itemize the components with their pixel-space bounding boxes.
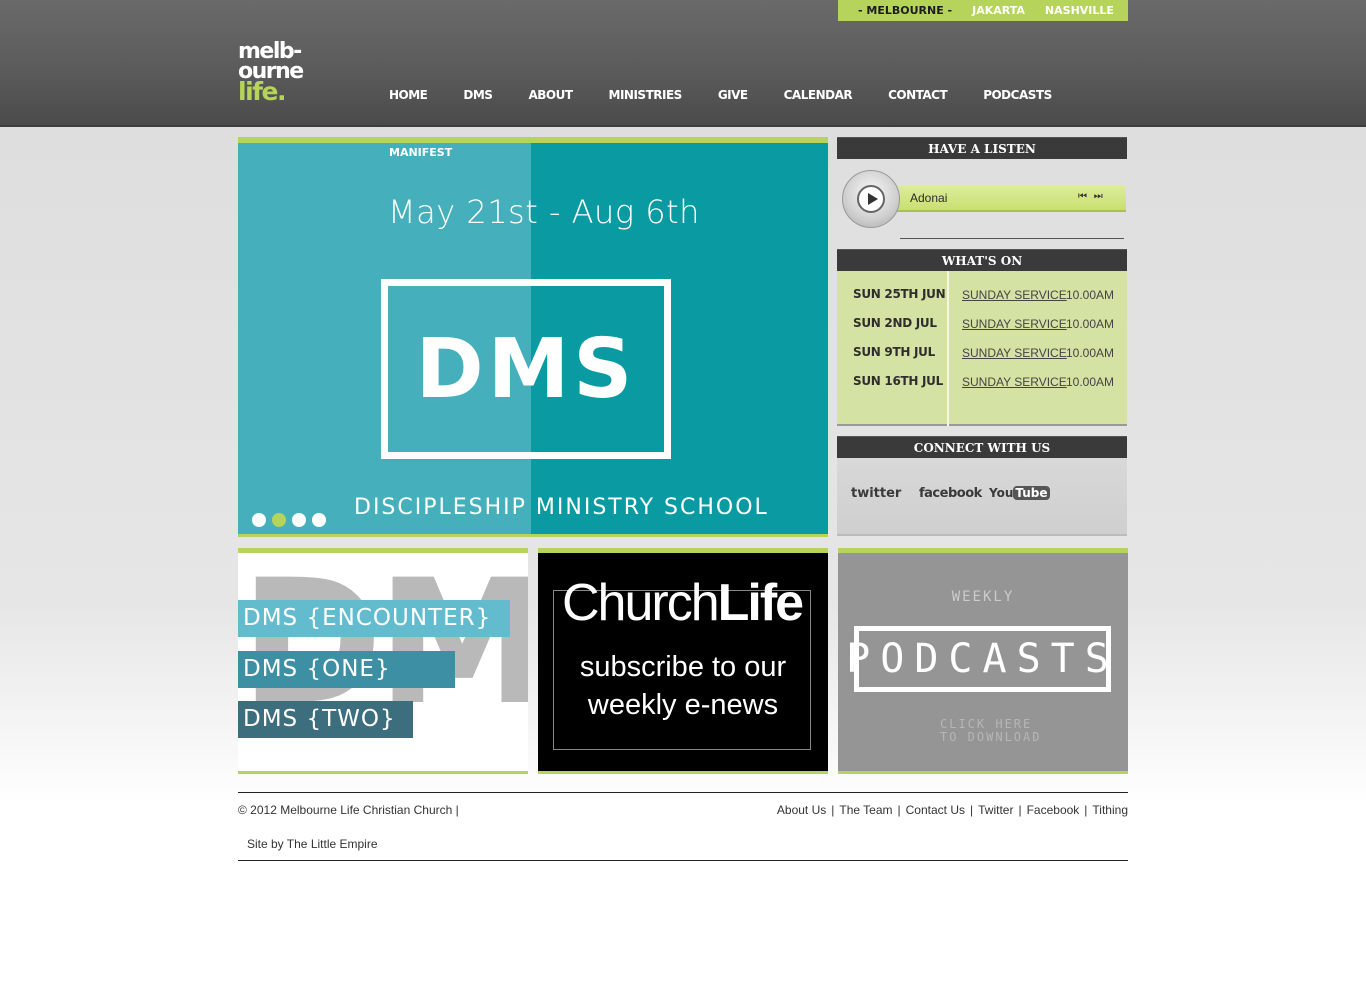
- footer-rule-top: [238, 792, 1128, 793]
- copyright: © 2012 Melbourne Life Christian Church |: [238, 803, 459, 817]
- nav-about[interactable]: ABOUT: [528, 88, 573, 102]
- city-melbourne[interactable]: - MELBOURNE -: [858, 4, 952, 17]
- footer-link-facebook[interactable]: Facebook: [1027, 803, 1080, 817]
- whats-on-panel: SUN 25TH JUN SUNDAY SERVICE 10.00AM SUN …: [837, 271, 1127, 426]
- footer-link-twitter[interactable]: Twitter: [978, 803, 1013, 817]
- site-credit[interactable]: Site by The Little Empire: [247, 837, 378, 851]
- title-life: Life: [717, 574, 804, 632]
- hero-dates: May 21st - Aug 6th: [388, 193, 700, 231]
- connect-heading: CONNECT WITH US: [837, 436, 1127, 458]
- youtube-you: You: [989, 486, 1014, 500]
- podcasts-weekly: WEEKLY: [951, 589, 1015, 605]
- slider-dot-2[interactable]: [272, 513, 286, 527]
- footer-rule-bottom: [238, 860, 1128, 861]
- podcasts-title-box: PODCASTS: [846, 626, 1111, 692]
- youtube-icon[interactable]: You Tube: [989, 486, 1050, 500]
- footer-link-contact[interactable]: Contact Us: [906, 803, 965, 817]
- divider: [900, 238, 1124, 239]
- event-date: SUN 25TH JUN: [853, 287, 946, 301]
- nav-dms[interactable]: DMS: [463, 88, 493, 102]
- nav-contact[interactable]: CONTACT: [888, 88, 948, 102]
- event-date: SUN 9TH JUL: [853, 345, 935, 359]
- track-title: Adonai: [910, 191, 948, 205]
- main-nav: HOME DMS ABOUT MINISTRIES GIVE CALENDAR …: [389, 88, 1088, 102]
- twitter-icon[interactable]: twitter: [851, 486, 901, 501]
- event-row: SUN 25TH JUN SUNDAY SERVICE 10.00AM: [837, 271, 1127, 302]
- event-row: SUN 16TH JUL SUNDAY SERVICE 10.00AM: [837, 358, 1127, 389]
- dms-one-link[interactable]: DMS {ONE}: [238, 651, 455, 688]
- play-icon: [857, 185, 885, 213]
- connect-panel: twitter facebook You Tube: [837, 458, 1127, 536]
- nav-podcasts[interactable]: PODCASTS: [983, 88, 1052, 102]
- podcasts-box[interactable]: WEEKLY PODCASTS CLICK HERE TO DOWNLOAD: [838, 548, 1128, 774]
- footer-link-tithing[interactable]: Tithing: [1092, 803, 1128, 817]
- event-date: SUN 2ND JUL: [853, 316, 937, 330]
- hero-dms-box: DMS: [381, 279, 671, 459]
- slider-dot-4[interactable]: [312, 513, 326, 527]
- enews-line-2: weekly e-news: [587, 689, 779, 721]
- enews-box[interactable]: ChurchLife subscribe to our weekly e-new…: [538, 548, 828, 774]
- youtube-tube: Tube: [1013, 486, 1050, 500]
- footer-link-team[interactable]: The Team: [839, 803, 892, 817]
- footer-links: About Us | The Team | Contact Us | Twitter |…: [776, 803, 1128, 817]
- dms-two-link[interactable]: DMS {TWO}: [238, 701, 413, 738]
- nav-ministries[interactable]: MINISTRIES: [609, 88, 683, 102]
- enews-line-1: subscribe to our: [579, 651, 787, 683]
- city-nashville[interactable]: NASHVILLE: [1045, 4, 1114, 17]
- nav-calendar[interactable]: CALENDAR: [784, 88, 853, 102]
- podcasts-download-line2: TO DOWNLOAD: [940, 730, 1042, 744]
- hero-label: MANIFEST: [389, 146, 453, 159]
- city-selector: - MELBOURNE - JAKARTA NASHVILLE: [838, 0, 1128, 21]
- site-logo[interactable]: melb- ourne life.: [238, 41, 328, 108]
- dms-encounter-link[interactable]: DMS {ENCOUNTER}: [238, 600, 510, 637]
- slider-dots: [252, 513, 326, 527]
- audio-player-bar: Adonai ⏮ ⏭: [882, 186, 1126, 212]
- event-link[interactable]: SUNDAY SERVICE: [962, 375, 1067, 389]
- whats-on-heading: WHAT'S ON: [837, 249, 1127, 271]
- hero-slider[interactable]: MANIFEST May 21st - Aug 6th DMS DISCIPLE…: [238, 137, 828, 537]
- title-church: Church: [562, 574, 720, 632]
- podcasts-title: PODCASTS: [846, 636, 1119, 682]
- event-row: SUN 9TH JUL SUNDAY SERVICE 10.00AM: [837, 329, 1127, 360]
- dms-promo-box[interactable]: DMS DMS {ENCOUNTER} DMS {ONE} DMS {TWO}: [238, 548, 528, 774]
- footer-link-about[interactable]: About Us: [777, 803, 826, 817]
- site-header: - MELBOURNE - JAKARTA NASHVILLE melb- ou…: [0, 0, 1366, 127]
- churchlife-title: ChurchLife: [562, 573, 804, 633]
- event-date: SUN 16TH JUL: [853, 374, 943, 388]
- city-jakarta[interactable]: JAKARTA: [972, 4, 1025, 17]
- facebook-icon[interactable]: facebook: [919, 486, 982, 501]
- slider-dot-3[interactable]: [292, 513, 306, 527]
- hero-dms-text: DMS: [415, 321, 637, 417]
- event-row: SUN 2ND JUL SUNDAY SERVICE 10.00AM: [837, 300, 1127, 331]
- prev-next-icon[interactable]: ⏮ ⏭: [1078, 191, 1105, 202]
- listen-heading: HAVE A LISTEN: [837, 137, 1127, 159]
- hero-subtitle: DISCIPLESHIP MINISTRY SCHOOL: [354, 495, 769, 520]
- slider-dot-1[interactable]: [252, 513, 266, 527]
- play-button[interactable]: [842, 170, 900, 228]
- podcasts-download: CLICK HERE TO DOWNLOAD: [940, 718, 1041, 744]
- event-time: 10.00AM: [1066, 375, 1115, 389]
- logo-line-3: life.: [238, 77, 286, 106]
- nav-give[interactable]: GIVE: [718, 88, 748, 102]
- nav-home[interactable]: HOME: [389, 88, 428, 102]
